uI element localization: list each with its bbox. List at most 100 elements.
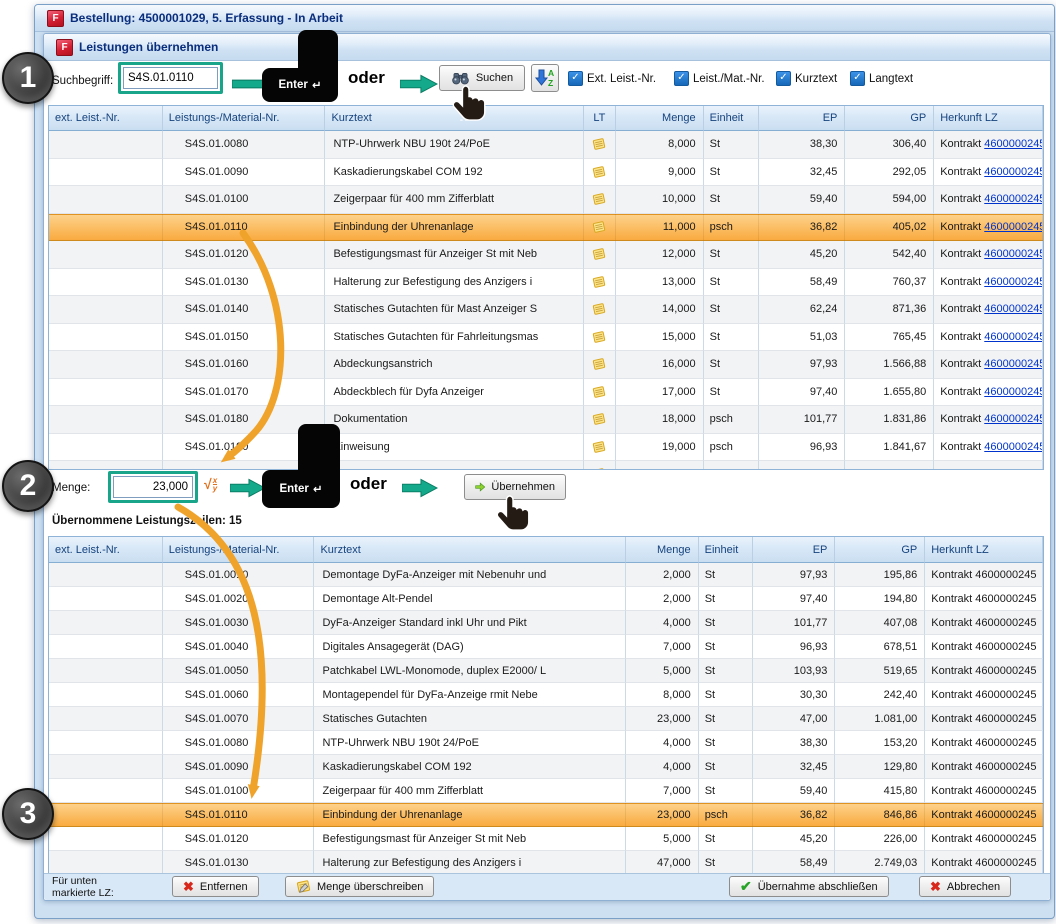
table-row[interactable]: S4S.01.0130Halterung zur Befestigung des… (49, 269, 1043, 297)
hand-cursor-icon (494, 494, 534, 538)
herkunft-cell: Kontrakt 4600000245 (925, 683, 1043, 707)
note-icon (592, 192, 606, 206)
kontrakt-link[interactable]: 4600000245 (984, 138, 1043, 150)
checkbox-leist-mat-nr[interactable]: ✓ Leist./Mat.-Nr. (674, 71, 765, 86)
column-header-num[interactable]: Menge (626, 537, 699, 563)
menge-input[interactable] (113, 476, 193, 498)
column-header-num[interactable]: EP (759, 106, 846, 131)
oder-text: oder (350, 474, 387, 494)
table-row[interactable]: S4S.01.0010Demontage DyFa-Anzeiger mit N… (49, 563, 1043, 587)
cell-num: 1.655,80 (845, 379, 934, 407)
cell-nr: S4S.01.0130 (163, 851, 315, 874)
cell-num (616, 461, 704, 470)
kontrakt-link[interactable]: 4600000245 (984, 248, 1043, 260)
column-header-nr[interactable]: Leistungs-/Material-Nr. (163, 106, 326, 131)
checkbox-kurztext[interactable]: ✓ Kurztext (776, 71, 837, 86)
table-header-row: ext. Leist.-Nr.Leistungs-/Material-Nr.Ku… (49, 106, 1043, 131)
cell-num: 678,51 (835, 635, 925, 659)
herkunft-cell: Kontrakt 4600000245 (934, 186, 1043, 214)
column-header-ext[interactable]: ext. Leist.-Nr. (49, 537, 163, 563)
table-row[interactable]: S4S.01.0130Halterung zur Befestigung des… (49, 851, 1043, 874)
table-row[interactable]: S4S.01.0100Zeigerpaar für 400 mm Zifferb… (49, 186, 1043, 214)
lt-cell (584, 296, 616, 324)
cell-einheit: St (699, 851, 753, 874)
column-header-ext[interactable]: ext. Leist.-Nr. (49, 106, 163, 131)
enter-key-top (298, 424, 340, 474)
kontrakt-link[interactable]: 4600000245 (984, 166, 1043, 178)
uebernahme-abschliessen-button[interactable]: ✔ Übernahme abschließen (729, 876, 889, 897)
column-header-kurz[interactable]: Kurztext (314, 537, 625, 563)
column-header-einheit[interactable]: Einheit (704, 106, 759, 131)
column-header-einheit[interactable]: Einheit (699, 537, 753, 563)
column-header-num[interactable]: GP (845, 106, 934, 131)
bestellung-titlebar[interactable]: F Bestellung: 4500001029, 5. Erfassung -… (35, 5, 1054, 32)
table-row-selected[interactable]: S4S.01.0110Einbindung der Uhrenanlage23,… (49, 803, 1043, 827)
table-row[interactable]: S4S.01.0170Abdeckblech für Dyfa Anzeiger… (49, 379, 1043, 407)
checkbox-checked-icon[interactable]: ✓ (850, 71, 865, 86)
cell-ext (49, 296, 163, 324)
kontrakt-link[interactable]: 4600000245 (984, 413, 1043, 425)
table-row[interactable]: S4S.01.0030DyFa-Anzeiger Standard inkl U… (49, 611, 1043, 635)
table-row[interactable]: S4S.01.0040Digitales Ansagegerät (DAG)7,… (49, 635, 1043, 659)
cell-ext (49, 241, 163, 269)
dialog-titlebar[interactable]: F Leistungen übernehmen (44, 34, 1050, 61)
table-row[interactable]: S4S.01.0100Zeigerpaar für 400 mm Zifferb… (49, 779, 1043, 803)
table-row[interactable]: S4S.01.0140Statisches Gutachten für Mast… (49, 296, 1043, 324)
table-row[interactable]: S4S.01.0120Befestigungsmast für Anzeiger… (49, 241, 1043, 269)
column-header-herkunft[interactable]: Herkunft LZ (925, 537, 1043, 563)
sort-button[interactable]: AZ (531, 64, 559, 92)
column-header-num[interactable]: GP (835, 537, 925, 563)
table-row[interactable]: S4S.01.0020Demontage Alt-Pendel2,000St97… (49, 587, 1043, 611)
checkbox-checked-icon[interactable]: ✓ (674, 71, 689, 86)
column-header-nr[interactable]: Leistungs-/Material-Nr. (163, 537, 315, 563)
kontrakt-link[interactable]: 4600000245 (984, 358, 1043, 370)
kontrakt-link[interactable]: 4600000245 (984, 441, 1043, 453)
cell-num: 103,93 (753, 659, 836, 683)
entfernen-button[interactable]: ✖ Entfernen (172, 876, 259, 897)
table-row[interactable]: S4S.01.0080NTP-Uhrwerk NBU 190t 24/PoE8,… (49, 131, 1043, 159)
table-row[interactable]: S4S.01.0160Abdeckungsanstrich16,000St97,… (49, 351, 1043, 379)
column-header-herkunft[interactable]: Herkunft LZ (934, 106, 1043, 131)
herkunft-cell: Kontrakt 4600000245 (925, 707, 1043, 731)
table-row[interactable]: S4S.01.0150Statisches Gutachten für Fahr… (49, 324, 1043, 352)
lt-cell (584, 434, 616, 462)
column-header-num[interactable]: Menge (616, 106, 704, 131)
table-row[interactable]: S4S.01.0120Befestigungsmast für Anzeiger… (49, 827, 1043, 851)
page: F Bestellung: 4500001029, 5. Erfassung -… (0, 0, 1056, 924)
kontrakt-link[interactable]: 4600000245 (984, 193, 1043, 205)
table-row[interactable]: S4S.01.0090Kaskadierungskabel COM 1924,0… (49, 755, 1043, 779)
kontrakt-link[interactable]: 4600000245 (984, 221, 1043, 233)
cell-kurz: Einweisung (325, 434, 583, 462)
search-input[interactable] (123, 67, 218, 89)
table-row[interactable]: S4S.01.0060Montagependel für DyFa-Anzeig… (49, 683, 1043, 707)
kontrakt-link[interactable]: 4600000245 (984, 276, 1043, 288)
column-header-lt[interactable]: LT (584, 106, 616, 131)
cell-ext (49, 587, 163, 611)
kontrakt-link[interactable]: 4600000245 (984, 386, 1043, 398)
cell-einheit: St (704, 296, 759, 324)
checkbox-checked-icon[interactable]: ✓ (776, 71, 791, 86)
table-row[interactable]: S4S.01.0050Patchkabel LWL-Monomode, dupl… (49, 659, 1043, 683)
uebernehmen-label: Übernehmen (491, 481, 555, 493)
cell-einheit: St (699, 611, 753, 635)
table-row[interactable]: S4S.01.0180Dokumentation18,000psch101,77… (49, 406, 1043, 434)
checkbox-checked-icon[interactable]: ✓ (568, 71, 583, 86)
table-row[interactable]: S4S.01.0190Einweisung19,000psch96,931.84… (49, 434, 1043, 462)
table-row[interactable]: S4S.01.0080NTP-Uhrwerk NBU 190t 24/PoE4,… (49, 731, 1043, 755)
menge-ueberschreiben-button[interactable]: Menge überschreiben (285, 876, 434, 897)
checkbox-langtext[interactable]: ✓ Langtext (850, 71, 913, 86)
table-row[interactable]: S4S.01.0090Kaskadierungskabel COM 1929,0… (49, 159, 1043, 187)
cell-einheit: St (704, 351, 759, 379)
checkbox-ext-leist-nr[interactable]: ✓ Ext. Leist.-Nr. (568, 71, 656, 86)
kontrakt-link[interactable]: 4600000245 (984, 303, 1043, 315)
cell-nr: S4S.01.0110 (163, 214, 326, 242)
abbrechen-button[interactable]: ✖ Abbrechen (919, 876, 1011, 897)
table-row[interactable] (49, 461, 1043, 470)
cell-kurz: Kaskadierungskabel COM 192 (314, 755, 625, 779)
kontrakt-link[interactable]: 4600000245 (984, 331, 1043, 343)
table-row[interactable]: S4S.01.0070Statisches Gutachten23,000St4… (49, 707, 1043, 731)
column-header-num[interactable]: EP (753, 537, 836, 563)
cell-num: 23,000 (626, 803, 699, 827)
cell-num: 242,40 (835, 683, 925, 707)
table-row-selected[interactable]: S4S.01.0110Einbindung der Uhrenanlage11,… (49, 214, 1043, 242)
